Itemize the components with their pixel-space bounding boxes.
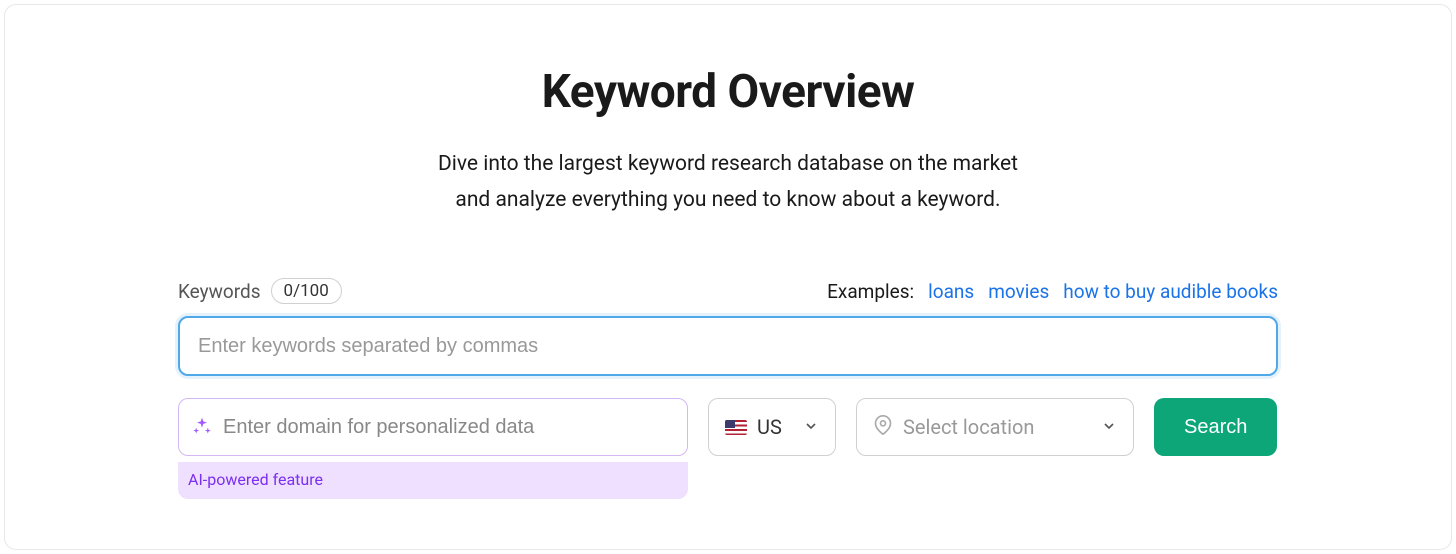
chevron-down-icon [803, 415, 819, 439]
country-label: US [757, 415, 782, 439]
location-selector[interactable]: Select location [856, 398, 1134, 456]
example-link-movies[interactable]: movies [988, 280, 1049, 303]
subtitle-line-1: Dive into the largest keyword research d… [438, 152, 1018, 176]
sparkle-icon [192, 416, 212, 440]
location-placeholder: Select location [903, 415, 1034, 439]
ai-powered-badge: AI-powered feature [178, 462, 688, 499]
examples-label: Examples: [827, 280, 914, 303]
form-second-row: AI-powered feature US Sele [178, 398, 1278, 499]
example-link-how-to-buy-audible-books[interactable]: how to buy audible books [1063, 280, 1278, 303]
example-link-loans[interactable]: loans [928, 280, 974, 303]
keyword-overview-card: Keyword Overview Dive into the largest k… [4, 4, 1452, 550]
form-area: Keywords 0/100 Examples: loans movies ho… [178, 278, 1278, 499]
examples-wrap: Examples: loans movies how to buy audibl… [827, 280, 1278, 303]
us-flag-icon [725, 420, 747, 435]
search-button[interactable]: Search [1154, 398, 1277, 456]
page-subtitle: Dive into the largest keyword research d… [438, 147, 1018, 218]
keywords-label: Keywords [178, 280, 261, 303]
form-top-row: Keywords 0/100 Examples: loans movies ho… [178, 278, 1278, 304]
page-title: Keyword Overview [542, 65, 915, 119]
subtitle-line-2: and analyze everything you need to know … [455, 188, 1000, 212]
country-selector[interactable]: US [708, 398, 836, 456]
chevron-down-icon [1101, 415, 1117, 439]
keywords-count-pill: 0/100 [271, 278, 342, 304]
domain-field-wrap: AI-powered feature [178, 398, 688, 499]
keywords-label-wrap: Keywords 0/100 [178, 278, 342, 304]
keyword-input[interactable] [178, 316, 1278, 376]
domain-input[interactable] [178, 398, 688, 456]
location-pin-icon [873, 415, 893, 440]
